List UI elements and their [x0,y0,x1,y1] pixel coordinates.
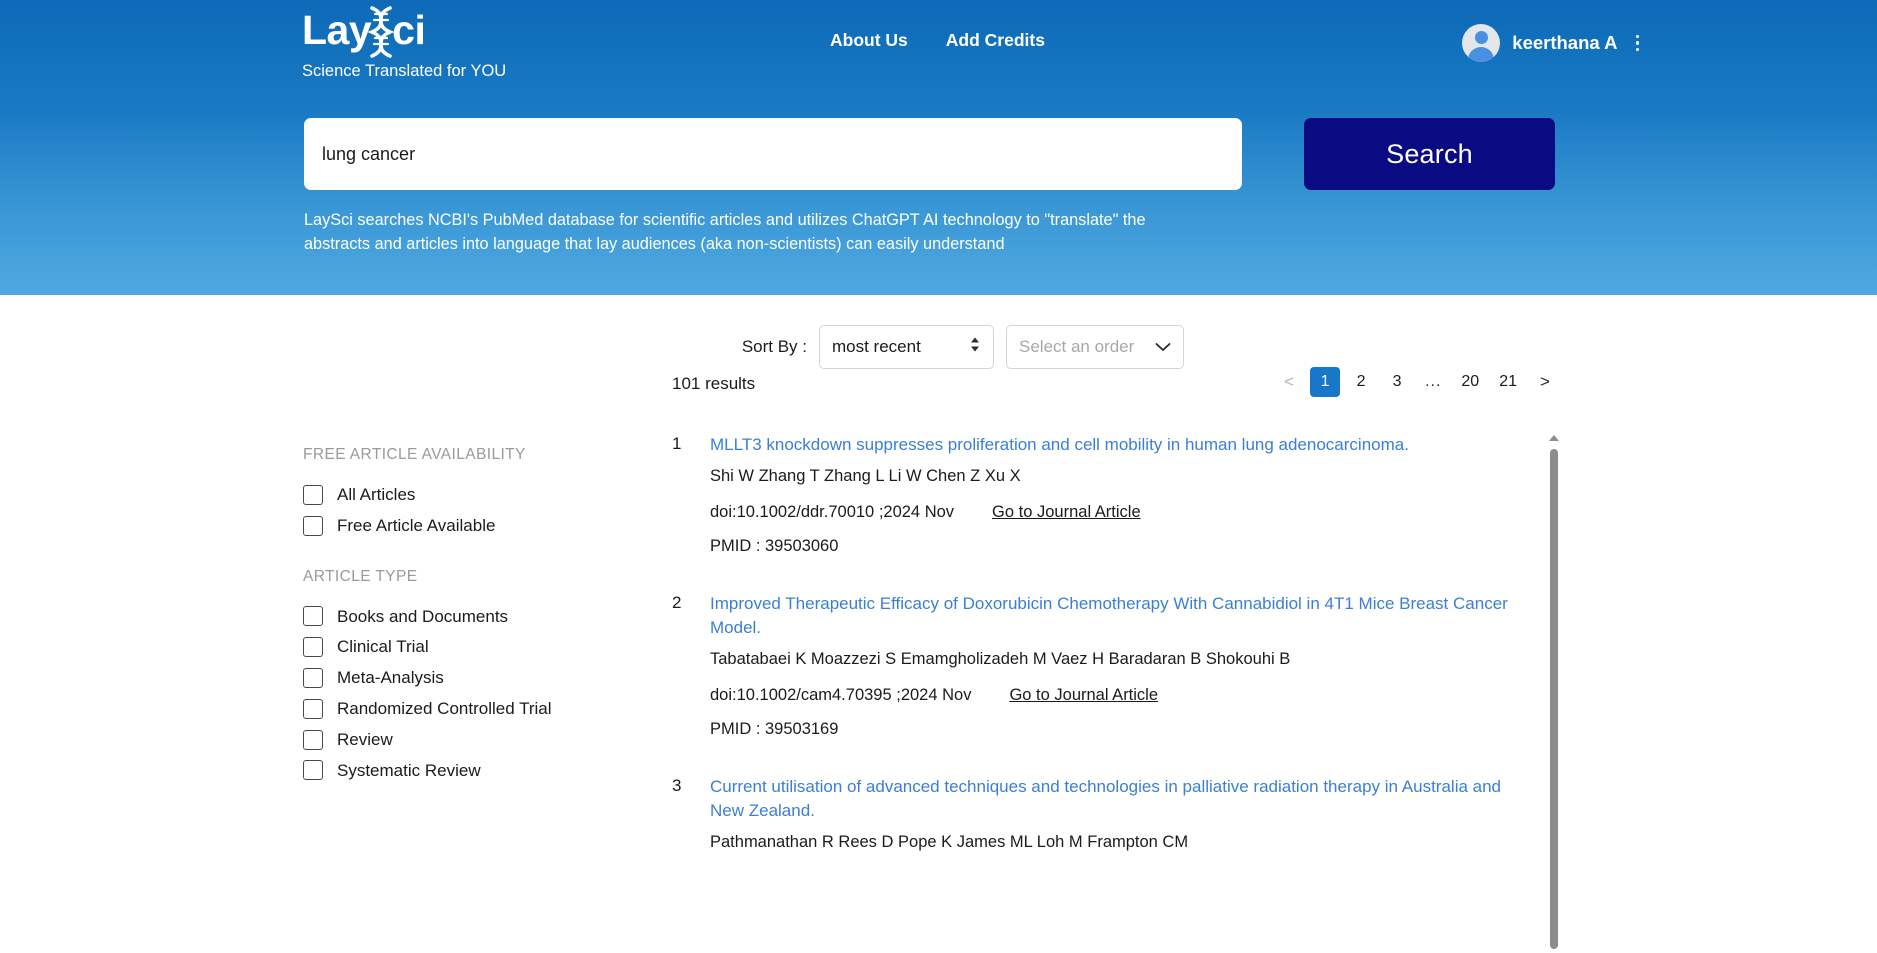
checkbox-box[interactable] [303,668,323,689]
main-content: FREE ARTICLE AVAILABILITY All Articles F… [0,295,1877,949]
filter-label: Randomized Controlled Trial [337,698,552,718]
top-bar: Lay ci Science Translated for YOU About … [0,0,1877,92]
checkbox-box[interactable] [303,760,323,781]
user-account-area[interactable]: keerthana A [1462,24,1645,62]
page-header: Lay ci Science Translated for YOU About … [0,0,1877,295]
table-row: 1 MLLT3 knockdown suppresses proliferati… [672,433,1534,556]
results-count: 101 results [672,374,756,393]
pagination-page-1[interactable]: 1 [1310,367,1341,397]
pagination-page-21[interactable]: 21 [1492,367,1524,397]
results-scrollbar[interactable] [1547,433,1560,953]
filter-label: Review [337,729,393,749]
result-body: Current utilisation of advanced techniqu… [710,775,1534,869]
pagination-page-20[interactable]: 20 [1454,367,1486,397]
pagination-page-2[interactable]: 2 [1346,367,1376,397]
pagination-page-3[interactable]: 3 [1382,367,1412,397]
filter-checkbox-systematic-review[interactable]: Systematic Review [303,759,613,783]
username-label: keerthana A [1512,32,1618,53]
table-row: 3 Current utilisation of advanced techni… [672,775,1534,869]
filter-label: Systematic Review [337,760,481,780]
filters-sidebar: FREE ARTICLE AVAILABILITY All Articles F… [303,446,613,789]
scroll-up-arrow-icon[interactable] [1548,435,1559,441]
result-index: 2 [672,593,682,613]
kebab-menu-icon[interactable] [1630,31,1646,56]
checkbox-box[interactable] [303,698,323,719]
result-authors: Pathmanathan R Rees D Pope K James ML Lo… [710,833,1189,852]
go-to-journal-article-link[interactable]: Go to Journal Article [1009,686,1158,705]
brand-tagline: Science Translated for YOU [302,62,507,80]
table-row: 2 Improved Therapeutic Efficacy of Doxor… [672,592,1534,739]
filter-label: All Articles [337,485,416,504]
result-meta: doi:10.1002/ddr.70010 ;2024 Nov Go to Jo… [710,503,1534,522]
result-doi: doi:10.1002/cam4.70395 ;2024 Nov [710,686,972,705]
brand-logo[interactable]: Lay ci [302,6,562,58]
result-pmid: PMID : 39503060 [710,537,839,556]
results-panel: 101 results < 1 2 3 ... 20 21 > 1 MLLT3 … [672,367,1560,949]
result-meta: doi:10.1002/cam4.70395 ;2024 Nov Go to J… [710,686,1534,705]
result-body: MLLT3 knockdown suppresses proliferation… [710,433,1534,556]
checkbox-box[interactable] [303,606,323,627]
result-pmid: PMID : 39503169 [710,720,839,739]
filter-checkbox-all-articles[interactable]: All Articles [303,483,613,507]
search-input[interactable] [304,118,1242,190]
pagination-ellipsis: ... [1425,373,1442,390]
filter-checkbox-clinical-trial[interactable]: Clinical Trial [303,635,613,659]
filter-checkbox-books-and-documents[interactable]: Books and Documents [303,605,613,629]
filter-label: Free Article Available [337,515,496,535]
checkbox-box[interactable] [303,637,323,658]
filter-label: Meta-Analysis [337,668,444,688]
results-list: 1 MLLT3 knockdown suppresses proliferati… [672,433,1560,949]
checkbox-box[interactable] [303,515,323,536]
result-doi: doi:10.1002/ddr.70010 ;2024 Nov [710,503,955,522]
result-index: 1 [672,434,682,453]
results-header: 101 results < 1 2 3 ... 20 21 > [672,367,1560,419]
nav-item-about-us[interactable]: About Us [830,30,908,51]
result-title-link[interactable]: Improved Therapeutic Efficacy of Doxorub… [710,592,1534,639]
go-to-journal-article-link[interactable]: Go to Journal Article [992,503,1141,522]
checkbox-box[interactable] [303,729,323,750]
result-body: Improved Therapeutic Efficacy of Doxorub… [710,592,1534,739]
filter-checkbox-randomized-controlled-trial[interactable]: Randomized Controlled Trial [303,697,613,721]
pagination: < 1 2 3 ... 20 21 > [1274,367,1560,397]
filter-checkbox-free-article-available[interactable]: Free Article Available [303,514,613,538]
search-button[interactable]: Search [1304,118,1555,190]
dna-helix-icon [367,5,395,59]
filter-group-heading-availability: FREE ARTICLE AVAILABILITY [303,446,526,463]
logo-block[interactable]: Lay ci Science Translated for YOU [302,6,562,82]
scrollbar-thumb[interactable] [1550,449,1558,949]
brand-name-last: ci [392,6,426,53]
checkbox-box[interactable] [303,484,323,505]
filter-checkbox-review[interactable]: Review [303,728,613,752]
result-index: 3 [672,776,682,796]
pagination-prev[interactable]: < [1274,367,1304,397]
search-row: Search [304,118,1555,190]
pagination-next[interactable]: > [1530,367,1560,397]
user-avatar-icon[interactable] [1462,24,1501,62]
result-authors: Tabatabaei K Moazzezi S Emamgholizadeh M… [710,650,1291,669]
nav-item-add-credits[interactable]: Add Credits [946,30,1045,51]
result-title-link[interactable]: Current utilisation of advanced techniqu… [710,775,1534,822]
filter-label: Books and Documents [337,606,509,626]
main-nav: About Us Add Credits [830,30,1045,51]
service-description: LaySci searches NCBI's PubMed database f… [304,211,1146,254]
result-authors: Shi W Zhang T Zhang L Li W Chen Z Xu X [710,467,1021,486]
filter-checkbox-meta-analysis[interactable]: Meta-Analysis [303,666,613,690]
result-title-link[interactable]: MLLT3 knockdown suppresses proliferation… [710,433,1534,456]
filter-label: Clinical Trial [337,637,429,657]
brand-name-first: Lay [302,6,372,53]
filter-group-heading-article-type: ARTICLE TYPE [303,567,418,585]
